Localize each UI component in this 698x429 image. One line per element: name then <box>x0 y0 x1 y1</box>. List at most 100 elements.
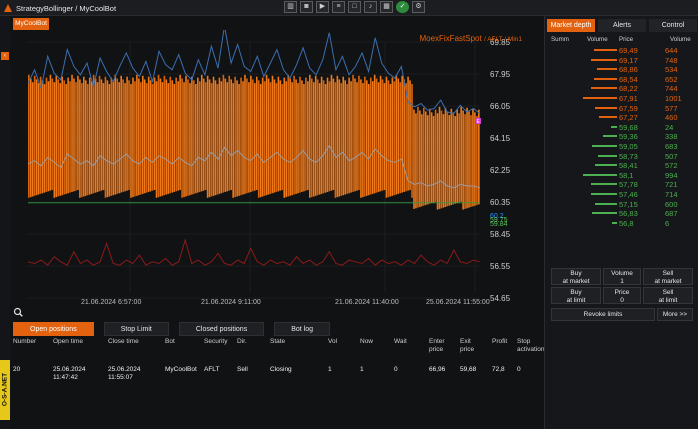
candle-bar <box>257 80 260 198</box>
tab-alerts[interactable]: Alerts <box>598 19 646 32</box>
column-header[interactable]: Exit price <box>460 338 474 354</box>
column-header[interactable]: Number <box>13 338 36 346</box>
tab-market-depth[interactable]: Market depth <box>547 19 595 32</box>
tab-closed-positions[interactable]: Closed positions <box>178 322 265 336</box>
candle-bar <box>43 84 46 193</box>
column-header[interactable]: Profit <box>492 338 507 346</box>
candle-bar <box>232 83 234 198</box>
candle-bar <box>244 74 246 194</box>
column-header[interactable]: Vol <box>328 338 337 346</box>
tab-open-positions[interactable]: Open positions <box>13 322 94 336</box>
search-icon[interactable] <box>13 307 23 317</box>
revoke-limits-button[interactable]: Revoke limits <box>551 308 655 321</box>
buy-limit-button[interactable]: Buy at limit <box>551 287 601 304</box>
chart-icon[interactable]: ▥ <box>284 1 297 13</box>
column-header[interactable]: Now <box>360 338 373 346</box>
price-chart[interactable]: 69.85 67.95 66.05 64.15 62.25 60.35 58.45 56.55… <box>10 25 542 306</box>
square-icon[interactable]: □ <box>348 1 361 13</box>
window-title: StrategyBollinger / MyCoolBot <box>16 4 117 13</box>
candle-bar <box>104 76 107 198</box>
depth-bid-row[interactable]: 56,8 6 <box>545 218 698 228</box>
ok-icon[interactable]: ✓ <box>396 1 409 13</box>
column-header[interactable]: Stop activation <box>517 338 544 354</box>
depth-volume-bar <box>611 125 617 128</box>
candle-bar <box>283 77 286 198</box>
depth-ask-row[interactable]: 67,59 577 <box>545 103 698 113</box>
depth-bid-row[interactable]: 57,78 721 <box>545 179 698 189</box>
depth-ask-row[interactable]: 67,27 460 <box>545 112 698 122</box>
depth-bid-row[interactable]: 57,46 714 <box>545 189 698 199</box>
chart-svg[interactable]: 69.8567.9566.0564.1562.2560.3558.4556.55… <box>10 25 542 306</box>
sell-limit-button[interactable]: Sell at limit <box>643 287 693 304</box>
candle-bar <box>224 78 227 192</box>
candle-bar <box>452 112 455 205</box>
price-value: 0 <box>620 297 624 304</box>
depth-volume-bar <box>591 183 617 186</box>
buy-limit-label: Buy at limit <box>566 289 586 304</box>
depth-ask-row[interactable]: 67,91 1001 <box>545 93 698 103</box>
candle-bar <box>98 75 101 192</box>
candle-bar <box>75 82 77 191</box>
volume-field[interactable]: Volume 1 <box>603 268 641 285</box>
depth-bid-row[interactable]: 57,15 600 <box>545 199 698 209</box>
candle-bar <box>289 78 291 196</box>
column-header[interactable]: Dir. <box>237 338 247 346</box>
settings-icon[interactable]: ⚙ <box>412 1 425 13</box>
candle-bar <box>173 84 176 192</box>
column-header[interactable]: State <box>270 338 285 346</box>
column-header[interactable]: Enter price <box>429 338 445 354</box>
chart-security: MoexFixFastSpot <box>419 34 482 43</box>
depth-bid-row[interactable]: 59,05 683 <box>545 141 698 151</box>
table-cell: 0 <box>517 366 521 373</box>
candle-bar <box>428 108 431 204</box>
candle-bar <box>122 79 124 192</box>
table-cell: 1 <box>360 366 364 373</box>
column-header[interactable]: Security <box>204 338 227 346</box>
depth-bid-row[interactable]: 58,73 507 <box>545 151 698 161</box>
title-bar: StrategyBollinger / MyCoolBot ▥ ◙ ▶ ≡ □ … <box>0 0 698 16</box>
candle-bar <box>407 76 409 191</box>
candle-bar <box>222 74 225 193</box>
candle-bar <box>77 75 79 191</box>
candle-bar <box>37 83 40 195</box>
candle-bar <box>417 106 419 208</box>
video-icon[interactable]: ▶ <box>316 1 329 13</box>
candle-bar <box>177 81 179 191</box>
sell-market-button[interactable]: Sell at market <box>643 268 693 285</box>
depth-bid-row[interactable]: 56,83 687 <box>545 208 698 218</box>
bot-button[interactable]: MyCoolBot <box>13 18 49 30</box>
column-header[interactable]: Wait <box>394 338 407 346</box>
more-button[interactable]: More >> <box>657 308 693 321</box>
depth-bid-row[interactable]: 58,41 572 <box>545 160 698 170</box>
depth-ask-row[interactable]: 69,49 644 <box>545 45 698 55</box>
depth-ask-row[interactable]: 69,17 748 <box>545 55 698 65</box>
grid-icon[interactable]: ▦ <box>380 1 393 13</box>
depth-bid-row[interactable]: 59,36 338 <box>545 131 698 141</box>
depth-ask-row[interactable]: 68,22 744 <box>545 83 698 93</box>
column-header[interactable]: Bot <box>165 338 175 346</box>
depth-bid-row[interactable]: 59,68 24 <box>545 122 698 132</box>
bell-icon[interactable]: ♪ <box>364 1 377 13</box>
depth-bid-row[interactable]: 58,1 994 <box>545 170 698 180</box>
side-tab[interactable]: O-S-A.NET <box>0 360 10 420</box>
tab-control[interactable]: Control <box>649 19 697 32</box>
candle-bar <box>88 77 91 195</box>
candle-bar <box>81 83 83 198</box>
candle-bar <box>228 75 231 191</box>
camera-icon[interactable]: ◙ <box>300 1 313 13</box>
buy-market-button[interactable]: Buy at market <box>551 268 601 285</box>
collapse-icon[interactable]: ‹ <box>1 52 9 60</box>
candle-bar <box>310 78 313 198</box>
column-header[interactable]: Close time <box>108 338 139 346</box>
candle-bar <box>189 83 191 196</box>
tab-bot-log[interactable]: Bot log <box>274 322 330 336</box>
candle-bar <box>342 76 345 196</box>
price-field[interactable]: Price 0 <box>603 287 641 304</box>
layers-icon[interactable]: ≡ <box>332 1 345 13</box>
candle-bar <box>67 77 69 194</box>
depth-ask-row[interactable]: 68,86 534 <box>545 64 698 74</box>
depth-ask-row[interactable]: 68,54 652 <box>545 74 698 84</box>
column-header[interactable]: Open time <box>53 338 83 346</box>
candle-bar <box>250 75 252 192</box>
tab-stop-limit[interactable]: Stop Limit <box>103 322 169 336</box>
